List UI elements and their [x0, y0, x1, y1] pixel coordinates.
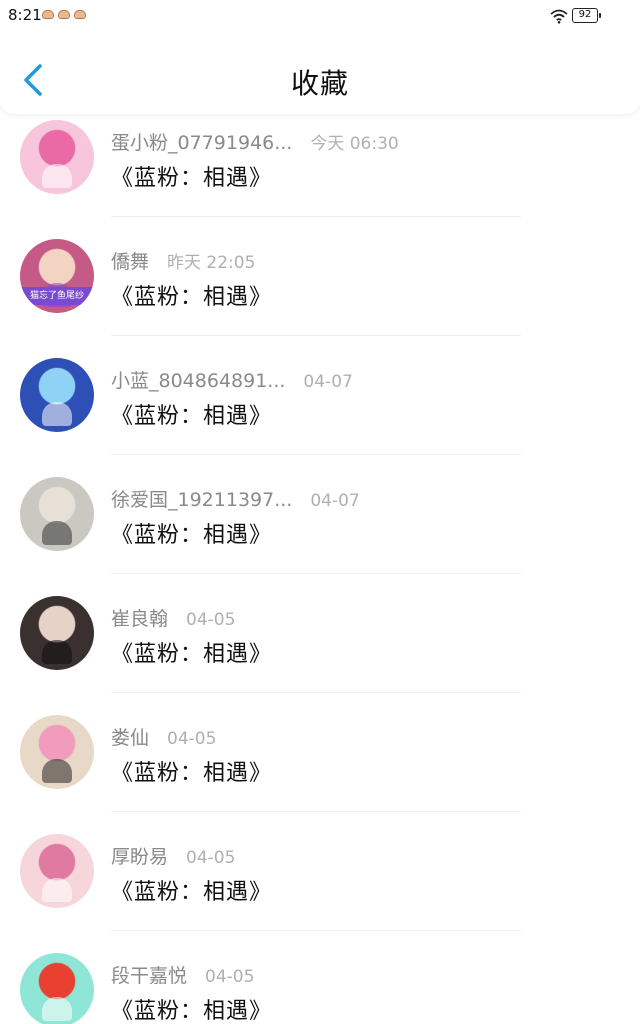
divider: [111, 335, 521, 336]
list-item[interactable]: 娄仙 04-05 《蓝粉：相遇》: [0, 709, 640, 828]
avatar[interactable]: [20, 834, 94, 908]
user-name[interactable]: 娄仙: [111, 723, 149, 750]
user-name[interactable]: 厚盼易: [111, 842, 168, 869]
timestamp: 昨天 22:05: [167, 253, 256, 273]
avatar[interactable]: 猫忘了鱼尾纱: [20, 239, 94, 313]
list-item[interactable]: 段干嘉悦 04-05 《蓝粉：相遇》: [0, 947, 640, 1024]
favorite-title[interactable]: 《蓝粉：相遇》: [111, 517, 272, 549]
timestamp: 04-05: [186, 848, 236, 868]
item-meta: 蛋小粉_07791946... 今天 06:30: [111, 128, 399, 155]
item-meta: 娄仙 04-05: [111, 723, 216, 750]
avatar[interactable]: [20, 477, 94, 551]
list-item[interactable]: 猫忘了鱼尾纱 僑舞 昨天 22:05 《蓝粉：相遇》: [0, 233, 640, 352]
avatar[interactable]: [20, 953, 94, 1024]
divider: [111, 930, 521, 931]
timestamp: 04-05: [186, 610, 236, 630]
status-bar: 8:21 92: [0, 0, 640, 34]
user-name[interactable]: 蛋小粉_07791946...: [111, 128, 292, 155]
list-item[interactable]: 徐爱国_19211397... 04-07 《蓝粉：相遇》: [0, 471, 640, 590]
avatar[interactable]: [20, 120, 94, 194]
timestamp: 04-07: [310, 491, 360, 511]
favorite-title[interactable]: 《蓝粉：相遇》: [111, 993, 272, 1024]
notification-icons: [42, 10, 86, 19]
notification-icon: [74, 10, 86, 19]
notification-icon: [58, 10, 70, 19]
user-name[interactable]: 徐爱国_19211397...: [111, 485, 292, 512]
favorite-title[interactable]: 《蓝粉：相遇》: [111, 755, 272, 787]
timestamp: 今天 06:30: [310, 134, 399, 154]
divider: [111, 216, 521, 217]
list-item[interactable]: 蛋小粉_07791946... 今天 06:30 《蓝粉：相遇》: [0, 114, 640, 233]
divider: [111, 692, 521, 693]
list-item[interactable]: 崔良翰 04-05 《蓝粉：相遇》: [0, 590, 640, 709]
favorite-title[interactable]: 《蓝粉：相遇》: [111, 160, 272, 192]
favorite-title[interactable]: 《蓝粉：相遇》: [111, 398, 272, 430]
timestamp: 04-05: [205, 967, 255, 987]
avatar[interactable]: [20, 596, 94, 670]
avatar[interactable]: [20, 715, 94, 789]
notification-icon: [42, 10, 54, 19]
divider: [111, 573, 521, 574]
item-meta: 崔良翰 04-05: [111, 604, 235, 631]
avatar-caption: 猫忘了鱼尾纱: [20, 287, 94, 305]
avatar[interactable]: [20, 358, 94, 432]
status-time: 8:21: [8, 6, 42, 24]
divider: [111, 811, 521, 812]
item-meta: 段干嘉悦 04-05: [111, 961, 254, 988]
wifi-icon: [550, 9, 568, 24]
list-item[interactable]: 厚盼易 04-05 《蓝粉：相遇》: [0, 828, 640, 947]
timestamp: 04-07: [303, 372, 353, 392]
divider: [111, 454, 521, 455]
timestamp: 04-05: [167, 729, 217, 749]
item-meta: 徐爱国_19211397... 04-07: [111, 485, 360, 512]
favorites-list[interactable]: 蛋小粉_07791946... 今天 06:30 《蓝粉：相遇》 猫忘了鱼尾纱 …: [0, 114, 640, 1024]
item-meta: 僑舞 昨天 22:05: [111, 247, 255, 274]
page-title: 收藏: [290, 67, 349, 100]
user-name[interactable]: 僑舞: [111, 247, 149, 274]
user-name[interactable]: 崔良翰: [111, 604, 168, 631]
favorite-title[interactable]: 《蓝粉：相遇》: [111, 279, 272, 311]
favorite-title[interactable]: 《蓝粉：相遇》: [111, 874, 272, 906]
user-name[interactable]: 段干嘉悦: [111, 961, 187, 988]
list-item[interactable]: 小蓝_804864891... 04-07 《蓝粉：相遇》: [0, 352, 640, 471]
favorite-title[interactable]: 《蓝粉：相遇》: [111, 636, 272, 668]
battery-indicator: 92: [572, 8, 601, 23]
item-meta: 小蓝_804864891... 04-07: [111, 366, 353, 393]
user-name[interactable]: 小蓝_804864891...: [111, 366, 285, 393]
item-meta: 厚盼易 04-05: [111, 842, 235, 869]
